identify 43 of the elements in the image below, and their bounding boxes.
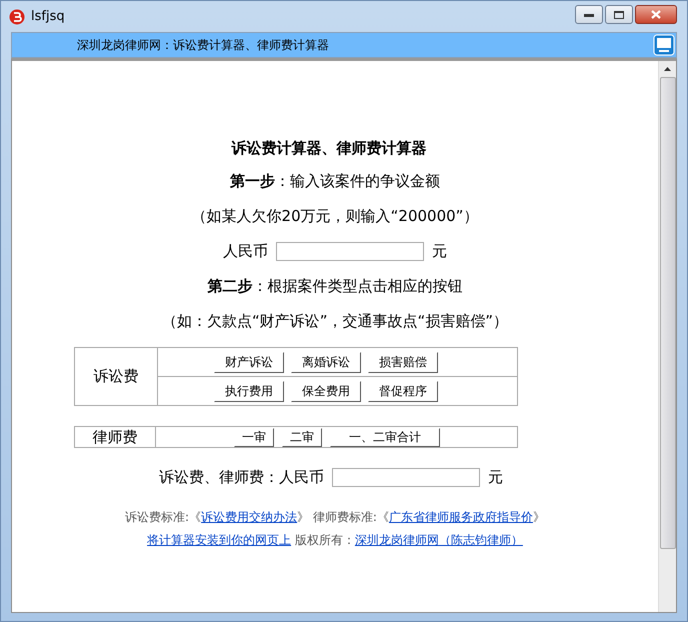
amount-field[interactable]: [276, 242, 424, 261]
fee-button[interactable]: 离婚诉讼: [291, 352, 361, 372]
footer-text: 版权所有：: [294, 533, 355, 547]
close-icon: [651, 10, 661, 19]
step-two-text: 第二步：根据案件类型点击相应的按钮: [208, 277, 462, 296]
step-one-hint: （如某人欠你20万元，则输入“200000”）: [192, 207, 478, 226]
scroll-thumb[interactable]: [660, 77, 676, 549]
fee-button[interactable]: 损害赔偿: [368, 352, 438, 372]
footer-link[interactable]: 诉讼费用交纳办法: [201, 510, 298, 524]
footer-text: 》 律师费标准:《: [297, 510, 389, 524]
fee-button[interactable]: 执行费用: [214, 380, 284, 402]
table-cell: 律师费: [74, 426, 156, 448]
fee-button[interactable]: 二审: [282, 428, 322, 446]
fee-button[interactable]: 财产诉讼: [214, 352, 284, 372]
header-title: 深圳龙岗律师网：诉讼费计算器、律师费计算器: [77, 36, 329, 54]
unit-label: 元: [488, 468, 503, 487]
footer-link[interactable]: 深圳龙岗律师网（陈志钧律师）: [354, 533, 523, 547]
footer-link[interactable]: 广东省律师服务政府指导价: [388, 510, 533, 524]
footer-text: 诉讼费标准:《: [125, 510, 202, 524]
maximize-button[interactable]: [605, 5, 633, 24]
scroll-up-icon[interactable]: [664, 67, 671, 71]
maximize-icon: [614, 10, 624, 18]
step-two-hint: （如：欠款点“财产诉讼”，交通事故点“损害赔偿”）: [162, 312, 508, 331]
currency-label: 人民币: [223, 242, 268, 261]
table-cell: 诉讼费: [74, 348, 158, 406]
result-field[interactable]: [332, 468, 480, 487]
close-button[interactable]: [635, 5, 677, 24]
monitor-icon[interactable]: [653, 34, 675, 56]
footer-link[interactable]: 将计算器安装到你的网页上: [147, 533, 292, 547]
step-one-text: 第一步：输入该案件的争议金额: [230, 172, 440, 191]
minimize-icon: [584, 12, 594, 16]
result-label: 诉讼费、律师费：人民币: [159, 468, 324, 487]
fee-button[interactable]: 一审: [234, 428, 274, 446]
window-title: lsfjsq: [31, 9, 65, 24]
fee-button[interactable]: 督促程序: [368, 380, 438, 402]
minimize-button[interactable]: [575, 5, 603, 24]
scrollbar[interactable]: [658, 61, 676, 612]
footer-text: 》: [532, 510, 545, 524]
calculator-title: 诉讼费计算器、律师费计算器: [232, 139, 426, 158]
unit-label: 元: [432, 242, 447, 261]
fee-button[interactable]: 保全费用: [291, 380, 361, 402]
app-icon: [9, 8, 25, 24]
fee-button[interactable]: 一、二审合计: [330, 428, 440, 446]
